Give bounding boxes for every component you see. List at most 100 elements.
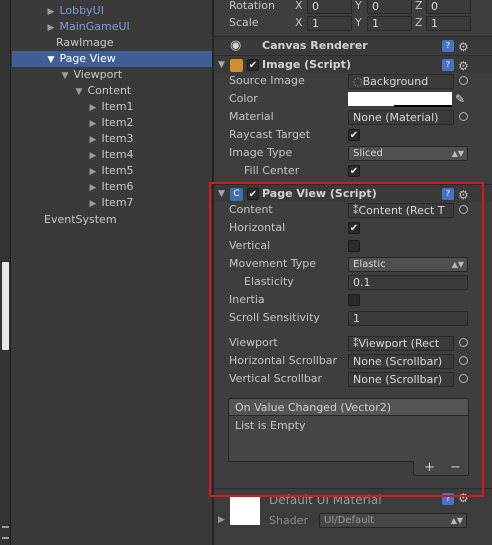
hierarchy-item-item7[interactable]: ▶ Item7 (12, 195, 212, 211)
hierarchy-item-rawimage[interactable]: RawImage (12, 35, 212, 51)
fill-center-row: Fill Center ✔ (214, 162, 492, 180)
v-scrollbar-field[interactable]: None (Scrollbar) (348, 372, 454, 387)
scale-z-field[interactable]: 1 (426, 16, 471, 31)
hierarchy-item-eventsystem[interactable]: EventSystem (12, 212, 212, 228)
inertia-checkbox[interactable] (348, 294, 360, 306)
color-label: Color (229, 92, 258, 105)
horizontal-checkbox[interactable]: ✔ (348, 222, 360, 234)
hierarchy-item-label: Item6 (101, 180, 134, 193)
object-picker-icon[interactable] (459, 76, 468, 85)
source-image-field[interactable]: ◌Background (348, 74, 454, 89)
color-row: Color ✎ (214, 90, 492, 108)
image-component-icon (230, 59, 243, 72)
shader-dropdown[interactable]: UI/Default ▲▼ (319, 513, 467, 528)
raycast-checkbox[interactable]: ✔ (348, 129, 360, 141)
expand-arrow-icon[interactable]: ▶ (88, 116, 98, 132)
y-axis-label[interactable]: Y (355, 14, 362, 32)
elasticity-field[interactable]: 0.1 (348, 275, 468, 290)
expand-arrow-icon[interactable]: ▶ (88, 132, 98, 148)
collapse-arrow-icon[interactable]: ▼ (46, 52, 56, 68)
hierarchy-item-item6[interactable]: ▶ Item6 (12, 179, 212, 195)
add-listener-button[interactable]: + (424, 460, 435, 475)
object-picker-icon[interactable] (459, 374, 468, 383)
sprite-icon: ◌ (353, 75, 363, 88)
eyedropper-icon[interactable]: ✎ (455, 90, 465, 108)
z-axis-label[interactable]: Z (415, 14, 423, 32)
image-enabled-checkbox[interactable]: ✔ (247, 59, 259, 71)
rotation-x-field[interactable]: 0 (307, 0, 352, 14)
hierarchy-item-viewport[interactable]: ▼ Viewport (12, 67, 212, 83)
image-script-header[interactable]: ▼ ✔ Image (Script) ? ⚙ (214, 55, 492, 73)
help-book-icon[interactable]: ? (442, 188, 454, 200)
fill-center-label: Fill Center (244, 164, 300, 177)
fold-arrow-icon[interactable]: ▶ (218, 515, 225, 525)
object-picker-icon[interactable] (459, 338, 468, 347)
source-image-row: Source Image ◌Background (214, 72, 492, 90)
collapse-arrow-icon[interactable]: ▼ (60, 68, 70, 84)
image-type-row: Image Type Sliced ▲▼ (214, 144, 492, 162)
material-preview[interactable] (230, 497, 260, 525)
content-field[interactable]: ⁑Content (Rect T (348, 203, 454, 218)
fill-center-checkbox[interactable]: ✔ (348, 165, 360, 177)
rotation-z-field[interactable]: 0 (426, 0, 471, 14)
v-scrollbar-label: Vertical Scrollbar (229, 372, 323, 385)
object-picker-icon[interactable] (459, 112, 468, 121)
x-axis-label[interactable]: X (295, 14, 303, 32)
scale-y-field[interactable]: 1 (367, 16, 412, 31)
expand-arrow-icon[interactable]: ▶ (46, 4, 56, 20)
scale-label: Scale (229, 16, 259, 29)
color-swatch[interactable] (348, 92, 452, 106)
rotation-label: Rotation (229, 0, 276, 12)
canvas-renderer-header[interactable]: ◉ Canvas Renderer ? ⚙ (214, 36, 492, 54)
y-axis-label[interactable]: Y (355, 0, 362, 15)
horizontal-label: Horizontal (229, 221, 286, 234)
expand-arrow-icon[interactable]: ▶ (88, 148, 98, 164)
hierarchy-item-item3[interactable]: ▶ Item3 (12, 131, 212, 147)
hierarchy-item-maingameui[interactable]: ▶ MainGameUI (12, 19, 212, 35)
content-row: Content ⁑Content (Rect T (214, 201, 492, 219)
left-scrollbar-thumb[interactable] (2, 262, 9, 350)
viewport-field[interactable]: ⁑Viewport (Rect (348, 336, 454, 351)
content-value: Content (Rect T (358, 204, 445, 217)
dropdown-arrow-icon: ▲▼ (451, 260, 464, 269)
hierarchy-item-lobbyui[interactable]: ▶ LobbyUI (12, 3, 212, 19)
x-axis-label[interactable]: X (295, 0, 303, 15)
expand-arrow-icon[interactable]: ▶ (88, 196, 98, 212)
rotation-y-field[interactable]: 0 (367, 0, 412, 14)
expand-arrow-icon[interactable]: ▶ (88, 164, 98, 180)
hierarchy-item-item4[interactable]: ▶ Item4 (12, 147, 212, 163)
inertia-row: Inertia (214, 291, 492, 309)
hierarchy-item-item1[interactable]: ▶ Item1 (12, 99, 212, 115)
expand-arrow-icon[interactable]: ▶ (88, 100, 98, 116)
vertical-checkbox[interactable] (348, 240, 360, 252)
gear-icon[interactable]: ⚙ (458, 38, 469, 56)
expand-arrow-icon[interactable]: ▶ (88, 180, 98, 196)
collapse-arrow-icon[interactable]: ▼ (74, 84, 84, 100)
page-view-enabled-checkbox[interactable]: ✔ (247, 188, 259, 200)
help-book-icon[interactable]: ? (442, 40, 454, 52)
event-list: List is Empty (228, 415, 469, 462)
material-field[interactable]: None (Material) (348, 110, 454, 125)
hierarchy-item-content[interactable]: ▼ Content (12, 83, 212, 99)
object-picker-icon[interactable] (459, 205, 468, 214)
hierarchy-item-page-view[interactable]: ▼ Page View (12, 51, 212, 67)
object-picker-icon[interactable] (459, 356, 468, 365)
z-axis-label[interactable]: Z (415, 0, 423, 15)
h-scrollbar-row: Horizontal Scrollbar None (Scrollbar) (214, 352, 492, 370)
movement-type-value: Elastic (353, 259, 386, 270)
remove-listener-button[interactable]: − (450, 460, 461, 475)
expand-arrow-icon[interactable]: ▶ (46, 20, 56, 36)
raycast-row: Raycast Target ✔ (214, 126, 492, 144)
h-scrollbar-field[interactable]: None (Scrollbar) (348, 354, 454, 369)
movement-type-dropdown[interactable]: Elastic ▲▼ (348, 257, 468, 272)
scroll-sensitivity-field[interactable]: 1 (348, 311, 468, 326)
hierarchy-item-item5[interactable]: ▶ Item5 (12, 163, 212, 179)
help-book-icon[interactable]: ? (442, 59, 454, 71)
hierarchy-item-item2[interactable]: ▶ Item2 (12, 115, 212, 131)
help-book-icon[interactable]: ? (442, 493, 454, 505)
page-view-script-header[interactable]: ▼ C ✔ Page View (Script) ? ⚙ (214, 184, 492, 202)
image-type-dropdown[interactable]: Sliced ▲▼ (348, 146, 468, 161)
scale-x-field[interactable]: 1 (307, 16, 352, 31)
gear-icon[interactable]: ⚙ (458, 491, 469, 505)
scroll-sensitivity-label: Scroll Sensitivity (229, 311, 320, 324)
